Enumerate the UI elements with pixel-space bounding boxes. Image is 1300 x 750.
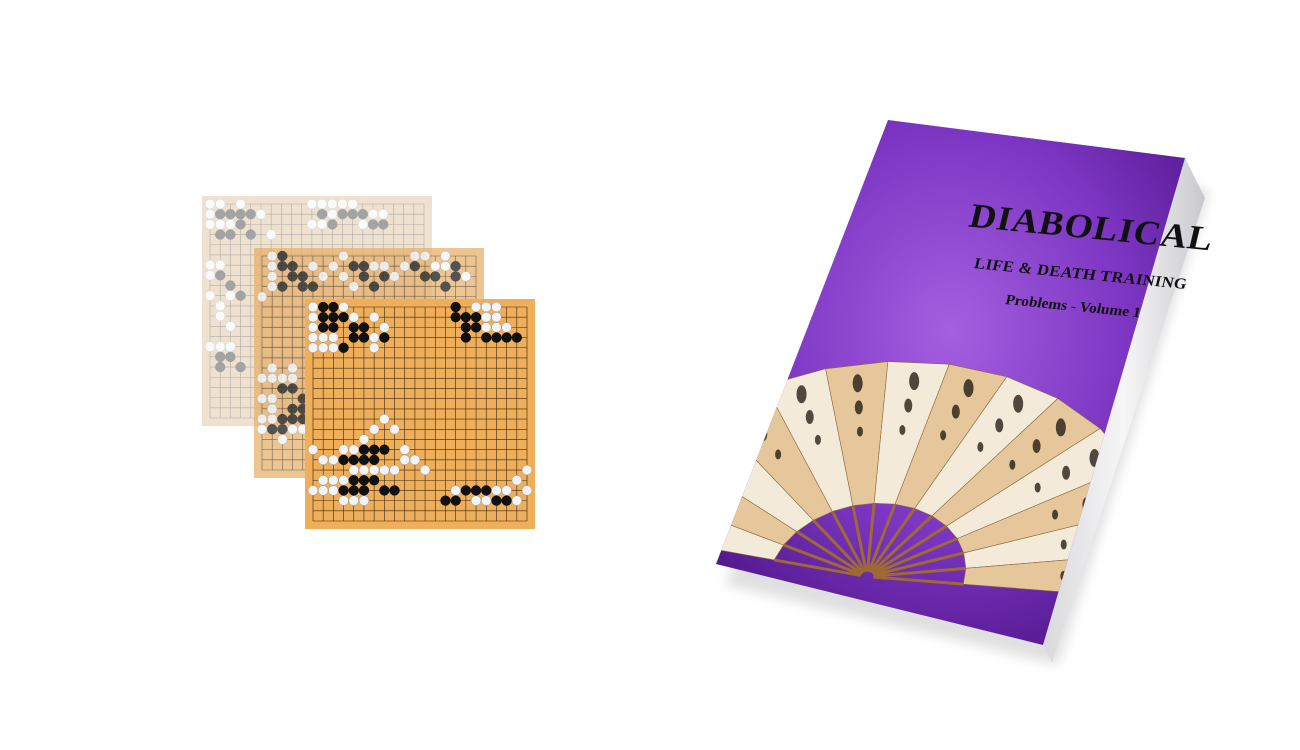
book-svg	[656, 120, 1210, 665]
calligraphy-mark	[814, 434, 821, 445]
calligraphy-mark	[696, 432, 706, 450]
calligraphy-mark	[909, 372, 920, 391]
calligraphy-mark	[656, 465, 666, 483]
calligraphy-mark	[1052, 509, 1059, 520]
calligraphy-mark	[1124, 524, 1135, 543]
calligraphy-mark	[743, 404, 754, 423]
calligraphy-mark	[805, 410, 814, 425]
calligraphy-mark	[904, 398, 913, 413]
calligraphy-mark	[1092, 568, 1101, 583]
calligraphy-mark	[717, 450, 726, 465]
calligraphy-mark	[775, 449, 782, 460]
calligraphy-mark	[796, 385, 807, 404]
calligraphy-mark	[977, 441, 984, 452]
calligraphy-mark	[852, 374, 863, 393]
calligraphy-mark	[683, 480, 691, 494]
calligraphy-mark	[1062, 465, 1071, 480]
calligraphy-mark	[940, 430, 947, 441]
calligraphy-mark	[1009, 459, 1016, 470]
calligraphy-mark	[1034, 482, 1041, 493]
calligraphy-mark	[963, 379, 974, 398]
calligraphy-mark	[759, 427, 768, 442]
calligraphy-mark	[856, 426, 863, 437]
calligraphy-mark	[709, 495, 715, 505]
calligraphy-mark	[739, 469, 746, 480]
calligraphy-mark	[854, 400, 863, 415]
calligraphy-mark	[1060, 539, 1067, 550]
calligraphy-mark	[1055, 418, 1066, 437]
calligraphy-mark	[995, 418, 1004, 433]
calligraphy-mark	[1123, 566, 1134, 585]
calligraphy-mark	[951, 404, 960, 419]
book-cover-mockup: DIABOLICAL LIFE & DEATH TRAINING Problem…	[0, 0, 1300, 750]
calligraphy-mark	[899, 425, 906, 436]
calligraphy-mark	[1032, 439, 1041, 454]
calligraphy-mark	[1013, 394, 1024, 413]
